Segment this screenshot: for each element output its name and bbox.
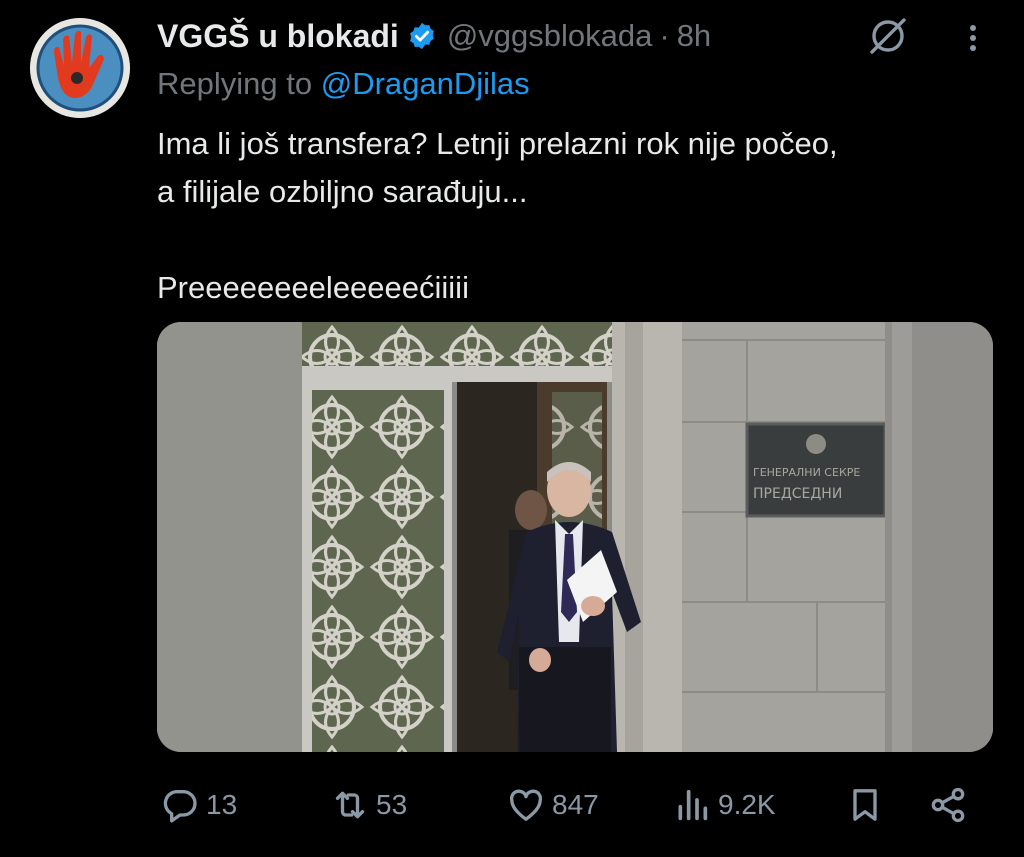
plaque-text: ГЕНЕРАЛНИ СЕКРЕ xyxy=(753,466,860,479)
views-button[interactable]: 9.2K xyxy=(672,770,776,840)
reply-count: 13 xyxy=(206,789,238,820)
avatar-hand-logo xyxy=(30,18,130,118)
tweet-actions: 13 53 847 9.2K xyxy=(0,770,1024,840)
plaque-text: ПРЕДСЕДНИ xyxy=(753,486,842,502)
tweet-header: VGGŠ u blokadi @vggsblokada · 8h xyxy=(157,14,711,58)
reply-icon xyxy=(163,790,197,823)
tweet-text-line: Preeeeeeeeleeeeećiiiii xyxy=(157,270,469,305)
like-button[interactable]: 847 xyxy=(506,770,599,840)
tweet-text-line: Ima li još transfera? Letnji prelazni ro… xyxy=(157,126,838,161)
more-vertical-icon[interactable] xyxy=(958,18,988,58)
bookmark-icon xyxy=(853,789,877,821)
mention-link[interactable]: @DraganDjilas xyxy=(321,66,530,101)
views-icon xyxy=(678,789,708,821)
repost-count: 53 xyxy=(376,789,408,820)
tweet-photo[interactable]: ГЕНЕРАЛНИ СЕКРЕ ПРЕДСЕДНИ xyxy=(157,322,993,752)
user-handle[interactable]: @vggsblokada xyxy=(447,18,653,54)
avatar[interactable] xyxy=(30,18,130,118)
verified-badge-icon xyxy=(409,22,434,50)
like-count: 847 xyxy=(552,789,599,820)
timestamp[interactable]: 8h xyxy=(677,18,711,54)
tweet-text-line: a filijale ozbiljno sarađuju... xyxy=(157,174,528,209)
repost-icon xyxy=(335,791,365,819)
repost-button[interactable]: 53 xyxy=(330,770,407,840)
tweet-text: Ima li još transfera? Letnji prelazni ro… xyxy=(157,120,997,312)
share-button[interactable] xyxy=(928,770,968,840)
heart-icon xyxy=(509,789,543,821)
photo-scene: ГЕНЕРАЛНИ СЕКРЕ ПРЕДСЕДНИ xyxy=(157,322,993,752)
grok-icon[interactable] xyxy=(866,16,910,56)
separator-dot: · xyxy=(659,18,670,53)
display-name[interactable]: VGGŠ u blokadi xyxy=(157,18,399,55)
replying-prefix: Replying to xyxy=(157,66,313,101)
views-count: 9.2K xyxy=(718,789,776,820)
bookmark-button[interactable] xyxy=(845,770,885,840)
replying-to-line: Replying to @DraganDjilas xyxy=(157,66,530,102)
share-icon xyxy=(931,787,965,823)
reply-button[interactable]: 13 xyxy=(160,770,237,840)
